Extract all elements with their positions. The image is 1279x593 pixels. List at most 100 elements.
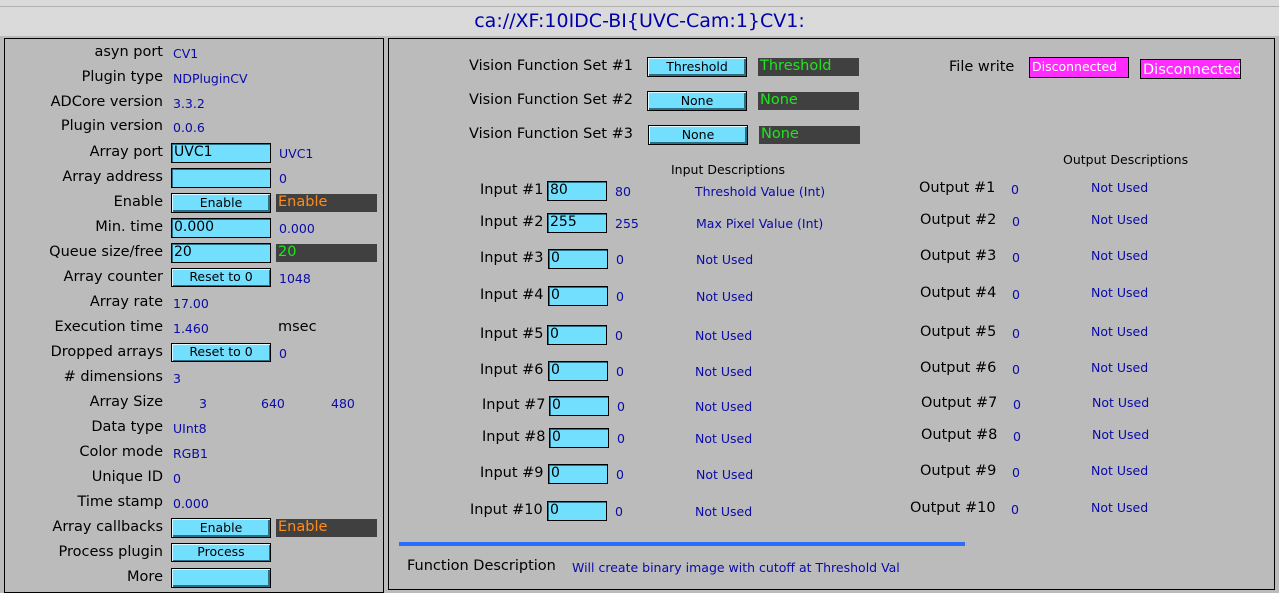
output-7-label: Output #7: [921, 395, 998, 411]
input-8-label: Input #8: [482, 429, 546, 445]
vision-function-panel: Vision Function Set #1 Threshold Thresho…: [388, 38, 1275, 590]
output-10-label: Output #10: [910, 500, 996, 516]
array-counter-value: 1048: [279, 271, 311, 286]
queue-label: Queue size/free: [49, 244, 163, 260]
process-plugin-button[interactable]: Process: [171, 543, 271, 562]
output-4-description: Not Used: [1091, 285, 1149, 300]
vfs-2-readback: None: [758, 92, 859, 110]
input-4-label: Input #4: [480, 287, 544, 303]
input-2-field[interactable]: 255: [547, 213, 607, 233]
output-4-value: 0: [1012, 287, 1020, 302]
array-counter-reset-button[interactable]: Reset to 0: [171, 268, 271, 287]
input-9-field[interactable]: 0: [548, 464, 608, 484]
input-3-label: Input #3: [480, 250, 544, 266]
output-7-value: 0: [1013, 397, 1021, 412]
plugin-version-label: Plugin version: [60, 118, 163, 134]
output-8-label: Output #8: [921, 427, 998, 443]
adcore-version-value: 3.3.2: [173, 96, 205, 111]
queue-size-input[interactable]: 20: [171, 243, 271, 263]
array-size-label: Array Size: [89, 394, 163, 410]
plugin-type-label: Plugin type: [81, 69, 163, 85]
input-5-label: Input #5: [480, 326, 544, 342]
data-type-value: UInt8: [173, 421, 207, 436]
time-stamp-label: Time stamp: [77, 494, 163, 510]
vfs-1-menu[interactable]: Threshold: [647, 57, 747, 77]
input-10-description: Not Used: [695, 504, 753, 519]
output-1-description: Not Used: [1091, 180, 1149, 195]
array-callbacks-readback: Enable: [276, 519, 377, 537]
input-1-readback: 80: [615, 184, 631, 199]
vfs-3-menu[interactable]: None: [648, 125, 748, 145]
input-9-label: Input #9: [480, 465, 544, 481]
output-3-label: Output #3: [920, 248, 997, 264]
queue-free-readback: 20: [276, 244, 377, 262]
input-6-field[interactable]: 0: [548, 361, 608, 381]
input-1-label: Input #1: [480, 182, 544, 198]
array-port-label: Array port: [89, 144, 163, 160]
output-2-description: Not Used: [1091, 212, 1149, 227]
output-3-value: 0: [1012, 250, 1020, 265]
dropped-arrays-reset-button[interactable]: Reset to 0: [171, 343, 271, 362]
array-rate-value: 17.00: [173, 296, 209, 311]
vfs-3-readback: None: [759, 126, 860, 144]
vfs-3-label: Vision Function Set #3: [469, 126, 633, 142]
separator-rule: [399, 542, 965, 546]
input-1-description: Threshold Value (Int): [695, 184, 826, 199]
function-description-label: Function Description: [407, 558, 556, 574]
output-5-description: Not Used: [1091, 324, 1149, 339]
output-descriptions-header: Output Descriptions: [1063, 152, 1189, 167]
input-4-field[interactable]: 0: [548, 286, 608, 306]
execution-time-label: Execution time: [54, 319, 163, 335]
execution-time-unit: msec: [278, 319, 317, 335]
array-port-readback: UVC1: [279, 146, 314, 161]
file-write-readback: Disconnected: [1140, 59, 1241, 79]
asyn-port-value: CV1: [173, 46, 199, 61]
asyn-port-label: asyn port: [94, 44, 163, 60]
enable-readback: Enable: [276, 194, 377, 212]
input-8-field[interactable]: 0: [549, 428, 609, 448]
input-6-readback: 0: [616, 364, 624, 379]
array-counter-label: Array counter: [63, 269, 163, 285]
output-5-value: 0: [1012, 326, 1020, 341]
output-7-description: Not Used: [1092, 395, 1150, 410]
input-10-label: Input #10: [470, 502, 543, 518]
more-label: More: [127, 569, 163, 585]
array-port-input[interactable]: UVC1: [171, 143, 271, 163]
input-1-field[interactable]: 80: [547, 181, 607, 201]
array-size-dim1: 640: [261, 396, 285, 411]
input-3-readback: 0: [616, 252, 624, 267]
enable-menu[interactable]: Enable: [171, 193, 271, 213]
input-3-description: Not Used: [696, 252, 754, 267]
array-size-dim0: 3: [199, 396, 207, 411]
input-7-field[interactable]: 0: [549, 396, 609, 416]
array-address-input[interactable]: [171, 168, 271, 188]
output-8-value: 0: [1013, 429, 1021, 444]
min-time-readback: 0.000: [279, 221, 315, 236]
execution-time-value: 1.460: [173, 321, 209, 336]
input-6-description: Not Used: [695, 364, 753, 379]
color-mode-value: RGB1: [173, 446, 208, 461]
output-5-label: Output #5: [920, 324, 997, 340]
dimensions-value: 3: [173, 371, 181, 386]
output-6-value: 0: [1012, 362, 1020, 377]
dimensions-label: # dimensions: [63, 369, 163, 385]
vfs-2-menu[interactable]: None: [647, 91, 747, 111]
input-3-field[interactable]: 0: [548, 249, 608, 269]
time-stamp-value: 0.000: [173, 496, 209, 511]
output-9-label: Output #9: [920, 463, 997, 479]
input-10-field[interactable]: 0: [547, 501, 607, 521]
more-menu[interactable]: [171, 568, 271, 588]
min-time-input[interactable]: 0.000: [171, 218, 271, 238]
input-7-label: Input #7: [482, 397, 546, 413]
enable-label: Enable: [113, 194, 163, 210]
array-callbacks-menu[interactable]: Enable: [171, 518, 271, 538]
unique-id-value: 0: [173, 471, 181, 486]
input-5-field[interactable]: 0: [547, 325, 607, 345]
file-write-menu[interactable]: Disconnected: [1029, 57, 1129, 78]
output-1-label: Output #1: [919, 180, 996, 196]
input-6-label: Input #6: [480, 362, 544, 378]
plugin-status-panel: asyn port CV1 Plugin type NDPluginCV ADC…: [4, 38, 384, 593]
input-8-readback: 0: [617, 431, 625, 446]
unique-id-label: Unique ID: [91, 469, 163, 485]
window-title: ca://XF:10IDC-BI{UVC-Cam:1}CV1:: [0, 7, 1279, 36]
